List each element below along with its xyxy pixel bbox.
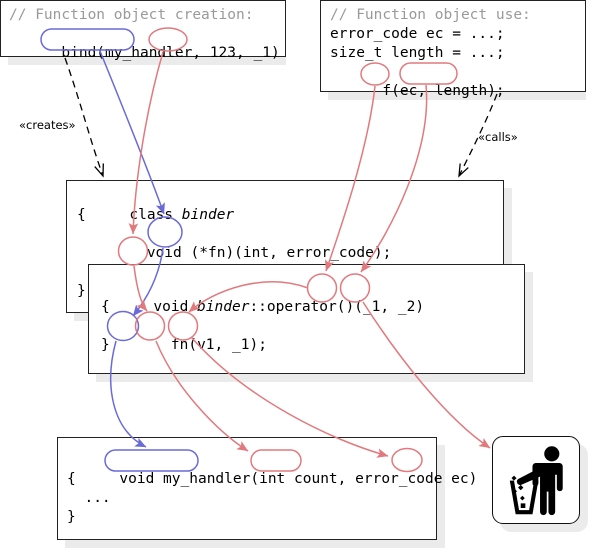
operator-sig-c: ) (415, 299, 425, 315)
handler-signature: void my_handler(int count, error_code ec… (67, 451, 477, 508)
use-call-suffix: ); (487, 83, 505, 99)
use-call-prefix: f( (382, 83, 400, 99)
diagram-canvas: // Function object creation: bind(my_han… (0, 0, 599, 557)
binder-class-name: binder (181, 207, 235, 223)
operator-sig-class: binder (197, 299, 250, 315)
function-object-creation-box: // Function object creation: bind(my_han… (0, 0, 286, 61)
operator-call-fn: fn (170, 337, 189, 353)
use-call-arg-length: length (434, 83, 488, 99)
trash-target-box (492, 436, 580, 524)
handler-sig-a: void (119, 471, 164, 487)
binder-operator-box: void binder::operator()(_1, _2) { fn(v1,… (88, 264, 525, 374)
creation-code-line: bind(my_handler, 123, _1) (9, 25, 280, 82)
operator-call-sep: , (214, 337, 232, 353)
operator-sig-a: void (153, 299, 198, 315)
handler-sig-d: ) (468, 471, 478, 487)
use-line-2: size_t length = ...; (330, 45, 505, 61)
operator-param-_2: _2 (397, 299, 416, 315)
handler-sig-b: (int (250, 471, 295, 487)
handler-open-brace: { (67, 471, 76, 487)
creation-sep-1: , (192, 45, 210, 61)
function-object-use-box: // Function object use: error_code ec = … (320, 0, 586, 99)
my-handler-box: void my_handler(int count, error_code ec… (57, 437, 477, 540)
handler-close-brace: } (67, 509, 76, 525)
operator-open-brace: { (101, 299, 110, 315)
creates-label: «creates» (19, 118, 76, 132)
creation-arg-123: 123 (209, 45, 237, 61)
handler-body: ... (67, 490, 111, 506)
operator-body-line: fn(v1, _1); (101, 317, 267, 374)
creation-comment: // Function object creation: (9, 7, 254, 23)
handler-param-ec: ec (451, 471, 469, 487)
operator-call-open: ( (188, 337, 198, 353)
binder-class-keyword: class (129, 207, 182, 223)
use-call-sep: , (417, 83, 435, 99)
binder-fnptr-suffix: )(int, error_code); (225, 245, 392, 261)
use-comment: // Function object use: (330, 7, 531, 23)
creation-code-suffix: , _1) (236, 45, 280, 61)
operator-body-indent (153, 337, 170, 353)
handler-name: my_handler (163, 471, 251, 487)
operator-sig-sep: , (380, 299, 398, 315)
use-call-arg-ec: ec (399, 83, 418, 99)
operator-param-_1: _1 (362, 299, 381, 315)
use-line-1: error_code ec = ...; (330, 26, 505, 42)
creation-code-prefix: bind( (61, 45, 106, 61)
creation-arg-my-handler: my_handler (105, 45, 193, 61)
litter-disposal-icon (509, 446, 563, 516)
operator-call-close: ); (249, 337, 267, 353)
operator-call-v1: v1 (197, 337, 215, 353)
calls-label: «calls» (478, 130, 518, 144)
handler-param-count: count (294, 471, 338, 487)
binder-line-2: { (77, 207, 86, 223)
operator-sig-b: ::operator()( (249, 299, 363, 315)
handler-sig-c: , error_code (337, 471, 452, 487)
use-call-line: f(ec, length); (330, 63, 505, 120)
operator-close-brace: } (101, 337, 110, 353)
operator-call-_1: _1 (232, 337, 250, 353)
